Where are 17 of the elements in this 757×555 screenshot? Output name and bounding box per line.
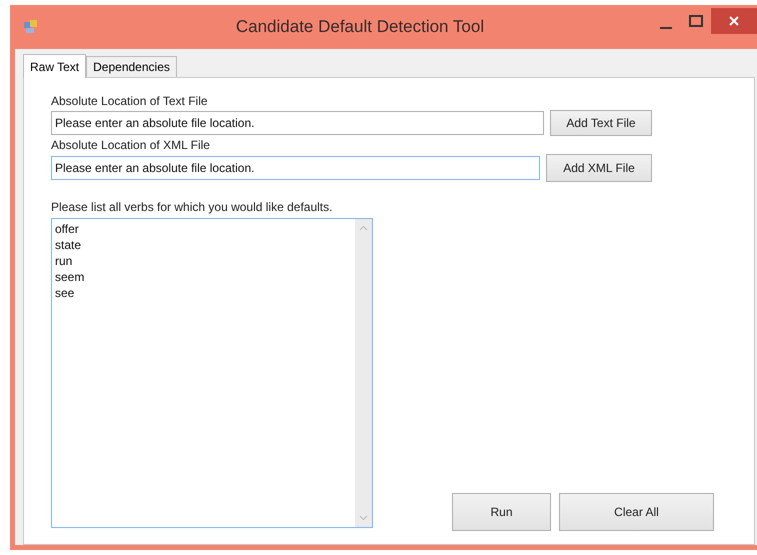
add-xml-file-button[interactable]: Add XML File xyxy=(546,154,652,182)
add-text-file-button[interactable]: Add Text File xyxy=(550,110,652,136)
tab[interactable]: Raw Text xyxy=(23,54,86,78)
xml-file-field[interactable]: Please enter an absolute file location. xyxy=(51,156,540,180)
minimize-icon xyxy=(660,27,672,29)
close-button[interactable] xyxy=(711,8,757,34)
app-icon xyxy=(23,19,39,35)
tab[interactable]: Dependencies xyxy=(86,56,177,77)
clear-all-button[interactable]: Clear All xyxy=(559,493,714,531)
field-label: Please list all verbs for which you would like defaults. xyxy=(51,200,334,214)
field-label: Absolute Location of Text File xyxy=(51,94,209,108)
field-label: Absolute Location of XML File xyxy=(51,138,211,152)
run-button[interactable]: Run xyxy=(452,493,551,531)
close-icon xyxy=(728,15,740,27)
maximize-icon xyxy=(689,15,703,27)
window-title: Candidate Default Detection Tool xyxy=(234,17,486,37)
text-file-field[interactable]: Please enter an absolute file location. xyxy=(51,111,544,135)
